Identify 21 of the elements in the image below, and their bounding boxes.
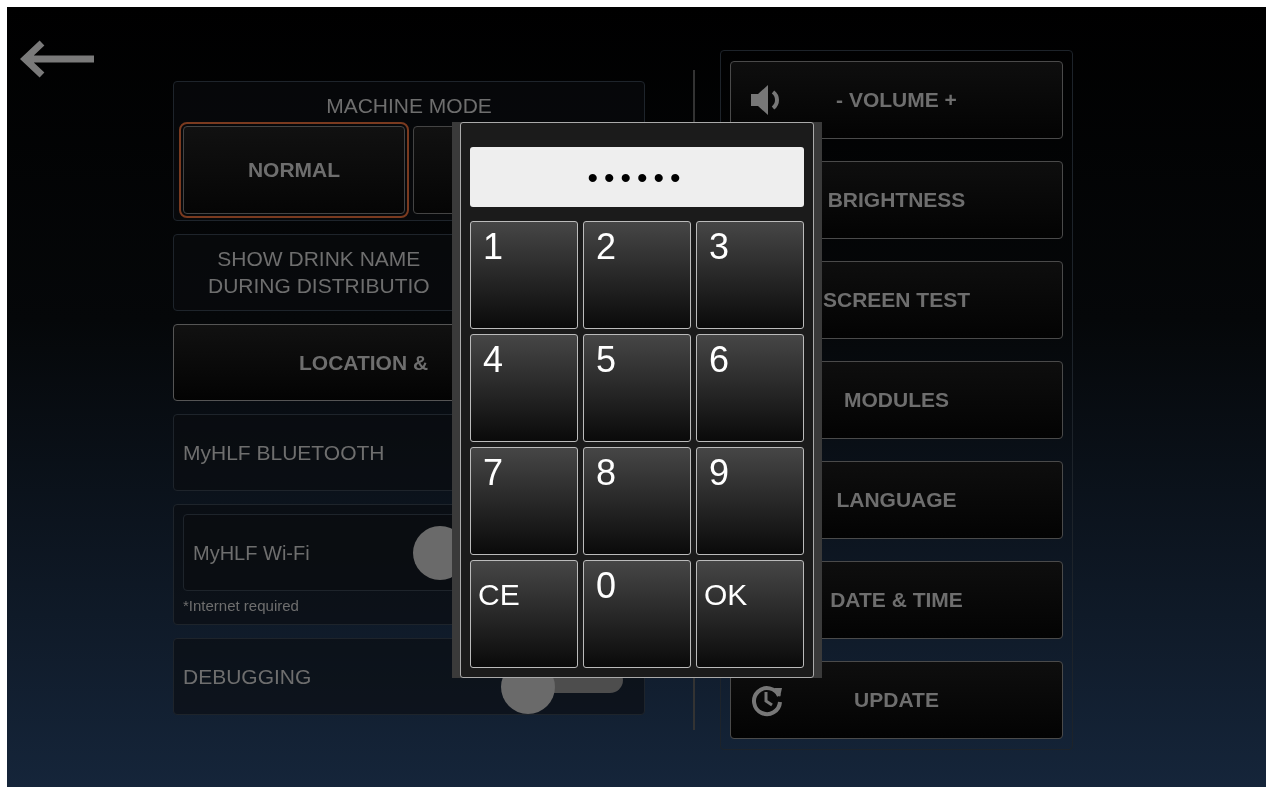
keypad-key[interactable]: 4 — [470, 334, 578, 442]
keypad-key[interactable]: 9 — [696, 447, 804, 555]
option-label: DEBUGGING — [183, 663, 312, 690]
keypad-key[interactable]: 6 — [696, 334, 804, 442]
keypad-key[interactable]: 3 — [696, 221, 804, 329]
keypad-key[interactable]: 7 — [470, 447, 578, 555]
card-title: MACHINE MODE — [325, 93, 493, 119]
keypad-key[interactable]: 1 — [470, 221, 578, 329]
option-label: MyHLF BLUETOOTH — [183, 439, 385, 466]
keypad-key[interactable]: CE — [470, 560, 578, 668]
option-label: MyHLF Wi-Fi — [193, 540, 311, 566]
option-label: SHOW DRINK NAME DURING DISTRIBUTIO — [208, 246, 430, 299]
settings-button[interactable]: - VOLUME + — [730, 61, 1063, 139]
keypad-key[interactable]: 0 — [583, 560, 691, 668]
keypad-key[interactable]: 5 — [583, 334, 691, 442]
settings-button[interactable]: UPDATE — [730, 661, 1063, 739]
back-arrow-icon[interactable] — [20, 40, 96, 78]
keypad-key[interactable]: 2 — [583, 221, 691, 329]
keypad-key[interactable]: OK — [696, 560, 804, 668]
pin-field[interactable]: •••••• — [470, 147, 804, 207]
keypad-key[interactable]: 8 — [583, 447, 691, 555]
